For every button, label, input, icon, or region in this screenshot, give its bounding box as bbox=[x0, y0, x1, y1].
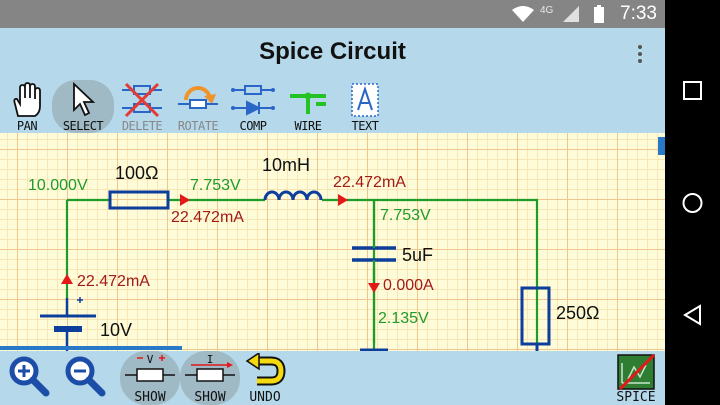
circuit-canvas[interactable]: 10.000V 100Ω 7.753V 22.472mA 10mH 22.472… bbox=[0, 133, 665, 351]
delete-label: DELETE bbox=[121, 119, 163, 133]
hand-icon bbox=[13, 82, 41, 117]
show-current-label: SHOW bbox=[194, 390, 226, 405]
voltage-mark: V bbox=[147, 353, 154, 366]
app-bar: Spice Circuit bbox=[0, 28, 665, 80]
zoom-out-button[interactable] bbox=[60, 351, 110, 405]
wire-label: WIRE bbox=[294, 119, 322, 133]
capacitor-voltage-label: 2.135V bbox=[378, 310, 429, 327]
plus-sign bbox=[77, 297, 83, 303]
text-label: TEXT bbox=[351, 119, 379, 133]
source-voltage-label: 10.000V bbox=[28, 177, 88, 194]
horizontal-scroll-indicator[interactable] bbox=[0, 346, 182, 350]
undo-label: UNDO bbox=[249, 390, 281, 405]
undo-icon bbox=[245, 353, 286, 386]
resistor2-value-label: 250Ω bbox=[556, 303, 600, 323]
component-tool[interactable]: COMP bbox=[226, 80, 280, 133]
capacitor-value-label: 5uF bbox=[402, 245, 434, 265]
zoom-in-button[interactable] bbox=[4, 351, 54, 405]
spice-simulation-icon bbox=[617, 353, 656, 391]
current-mark: I bbox=[207, 353, 214, 366]
component-label: COMP bbox=[239, 119, 267, 133]
capacitor-current-label: 0.000A bbox=[383, 277, 434, 294]
current-arrow-source bbox=[61, 274, 73, 284]
resistor1-value-label: 100Ω bbox=[115, 163, 159, 183]
show-current-icon: I bbox=[185, 353, 235, 382]
current-arrow-r1 bbox=[180, 194, 190, 206]
wire-icon bbox=[290, 92, 326, 114]
pointer-arrow-icon bbox=[73, 82, 96, 117]
resistor1-current-label: 22.472mA bbox=[171, 209, 244, 226]
zoom-out-icon bbox=[65, 356, 106, 397]
select-tool[interactable]: SELECT bbox=[52, 80, 114, 133]
back-icon[interactable] bbox=[665, 303, 720, 327]
home-icon[interactable] bbox=[665, 191, 720, 215]
tool-bar: PAN SELECT DELETE ROTATE COMP WIRE TEXT bbox=[0, 80, 665, 133]
battery-icon bbox=[594, 5, 604, 23]
component-icon bbox=[231, 85, 275, 116]
zoom-in-icon bbox=[9, 356, 50, 397]
spice-label: SPICE bbox=[616, 390, 656, 405]
source-current-label: 22.472mA bbox=[77, 273, 150, 290]
undo-button[interactable]: UNDO bbox=[240, 351, 290, 405]
rotate-icon bbox=[178, 86, 218, 109]
show-voltage-button[interactable]: V SHOW bbox=[120, 351, 180, 405]
pan-label: PAN bbox=[16, 119, 38, 133]
current-arrow-cap bbox=[368, 283, 380, 293]
wifi-icon bbox=[512, 6, 534, 22]
clock: 7:33 bbox=[620, 3, 657, 24]
inductor-10mh bbox=[263, 190, 323, 201]
signal-icon bbox=[563, 6, 579, 22]
network-type: 4G bbox=[540, 5, 554, 16]
status-bar: 4G 7:33 bbox=[0, 0, 665, 28]
rotate-tool[interactable]: ROTATE bbox=[170, 80, 226, 133]
battery-value-label: 10V bbox=[100, 320, 133, 340]
current-arrow-l bbox=[338, 194, 348, 206]
node2-voltage-label: 7.753V bbox=[190, 177, 241, 194]
text-icon bbox=[351, 83, 379, 117]
pan-tool[interactable]: PAN bbox=[4, 80, 50, 133]
system-nav-bar bbox=[665, 0, 720, 405]
node3-voltage-label: 7.753V bbox=[380, 207, 431, 224]
overflow-menu-icon[interactable] bbox=[633, 42, 647, 68]
vertical-scroll-indicator[interactable] bbox=[658, 137, 665, 155]
show-current-button[interactable]: I SHOW bbox=[180, 351, 240, 405]
spice-button[interactable]: SPICE bbox=[610, 351, 662, 405]
wire-tool[interactable]: WIRE bbox=[282, 80, 334, 133]
bottom-bar: V SHOW I SHOW UNDO SPICE bbox=[0, 351, 665, 405]
show-voltage-label: SHOW bbox=[134, 390, 166, 405]
resistor-100ohm bbox=[108, 190, 170, 210]
text-tool[interactable]: TEXT bbox=[340, 80, 390, 133]
resistor-250ohm bbox=[520, 286, 551, 346]
app-title: Spice Circuit bbox=[259, 38, 406, 65]
inductor-value-label: 10mH bbox=[262, 155, 311, 175]
select-label: SELECT bbox=[62, 119, 104, 133]
show-voltage-icon: V bbox=[125, 353, 175, 382]
delete-component-icon bbox=[122, 82, 162, 118]
rotate-label: ROTATE bbox=[177, 119, 219, 133]
delete-tool[interactable]: DELETE bbox=[114, 80, 170, 133]
recents-icon[interactable] bbox=[665, 80, 720, 102]
inductor-current-label: 22.472mA bbox=[333, 174, 406, 191]
